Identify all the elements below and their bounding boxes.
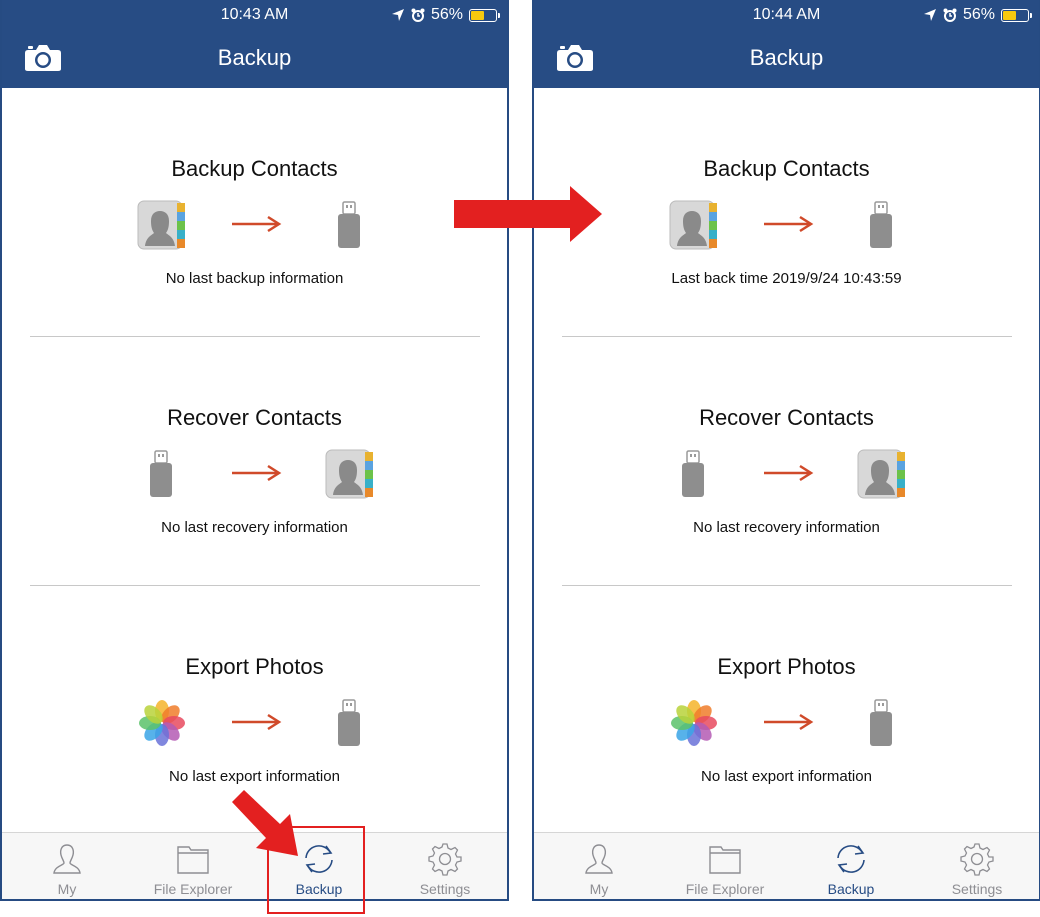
contacts-icon	[669, 200, 719, 250]
backup-contacts-section[interactable]: Backup Contacts No last backup informati…	[2, 100, 507, 348]
tab-file-explorer[interactable]: File Explorer	[662, 833, 788, 899]
usb-drive-icon	[325, 200, 375, 250]
section-info: No last recovery information	[161, 519, 348, 536]
photos-icon	[669, 698, 719, 748]
highlight-box	[267, 826, 365, 914]
alarm-icon	[411, 8, 425, 22]
divider	[562, 585, 1012, 586]
export-photos-section[interactable]: Export Photos No last export information	[534, 598, 1039, 846]
section-title: Recover Contacts	[167, 405, 342, 430]
gear-icon	[428, 843, 462, 876]
arrow-right-icon	[762, 463, 814, 483]
usb-drive-icon	[669, 449, 719, 499]
arrow-right-icon	[762, 214, 814, 234]
tab-my[interactable]: My	[536, 833, 662, 899]
tab-label: My	[57, 881, 77, 897]
gear-icon	[960, 843, 994, 876]
tab-my[interactable]: My	[4, 833, 130, 899]
photos-icon	[137, 698, 187, 748]
folder-icon	[709, 846, 741, 874]
person-icon	[53, 844, 81, 874]
alarm-icon	[943, 8, 957, 22]
recover-contacts-section[interactable]: Recover Contacts No last recovery inform…	[534, 349, 1039, 597]
recover-contacts-section[interactable]: Recover Contacts No last recovery inform…	[2, 349, 507, 597]
tab-label: Settings	[951, 881, 1003, 897]
section-title: Export Photos	[185, 654, 324, 679]
nav-header: 10:43 AM 56% Backup	[2, 0, 507, 88]
section-info: No last backup information	[165, 270, 344, 287]
tab-label: File Explorer	[685, 881, 765, 897]
battery-percent: 56%	[430, 6, 463, 23]
nav-header: 10:44 AM 56% Backup	[534, 0, 1039, 88]
section-title: Backup Contacts	[171, 156, 338, 181]
contacts-icon	[325, 449, 375, 499]
page-title: Backup	[749, 45, 824, 70]
battery-icon	[469, 8, 500, 22]
phone-screen-after: 10:44 AM 56% Backup Backup Contacts Last…	[532, 0, 1040, 901]
battery-icon	[1001, 8, 1032, 22]
tab-label: Settings	[419, 881, 471, 897]
tab-label: File Explorer	[153, 881, 233, 897]
person-icon	[585, 844, 613, 874]
backup-contacts-section[interactable]: Backup Contacts Last back time 2019/9/24…	[534, 100, 1039, 348]
usb-drive-icon	[325, 698, 375, 748]
location-icon	[391, 9, 404, 21]
section-title: Export Photos	[717, 654, 856, 679]
tab-settings[interactable]: Settings	[382, 833, 507, 899]
section-info: No last export information	[701, 768, 872, 785]
big-arrow-right-icon	[454, 186, 602, 242]
arrow-right-icon	[230, 463, 282, 483]
page-title: Backup	[217, 45, 292, 70]
arrow-right-icon	[762, 712, 814, 732]
section-info: No last recovery information	[693, 519, 880, 536]
usb-drive-icon	[137, 449, 187, 499]
battery-percent: 56%	[962, 6, 995, 23]
divider	[30, 336, 480, 337]
location-icon	[923, 9, 936, 21]
phone-screen-before: 10:43 AM 56% Backup Backup Contacts No l…	[0, 0, 509, 901]
status-indicators: 56%	[923, 6, 1032, 24]
usb-drive-icon	[857, 698, 907, 748]
tab-settings[interactable]: Settings	[914, 833, 1039, 899]
contacts-icon	[857, 449, 907, 499]
tab-label: Backup	[827, 881, 875, 897]
tab-bar: My File Explorer Backup Settings	[534, 832, 1039, 899]
sync-icon	[837, 845, 865, 873]
section-title: Recover Contacts	[699, 405, 874, 430]
tab-label: My	[589, 881, 609, 897]
divider	[30, 585, 480, 586]
usb-drive-icon	[857, 200, 907, 250]
status-indicators: 56%	[391, 6, 500, 24]
section-info: Last back time 2019/9/24 10:43:59	[671, 270, 902, 287]
section-title: Backup Contacts	[703, 156, 870, 181]
folder-icon	[177, 846, 209, 874]
section-info: No last export information	[169, 768, 340, 785]
tab-backup[interactable]: Backup	[788, 833, 914, 899]
divider	[562, 336, 1012, 337]
contacts-icon	[137, 200, 187, 250]
arrow-right-icon	[230, 712, 282, 732]
arrow-right-icon	[230, 214, 282, 234]
